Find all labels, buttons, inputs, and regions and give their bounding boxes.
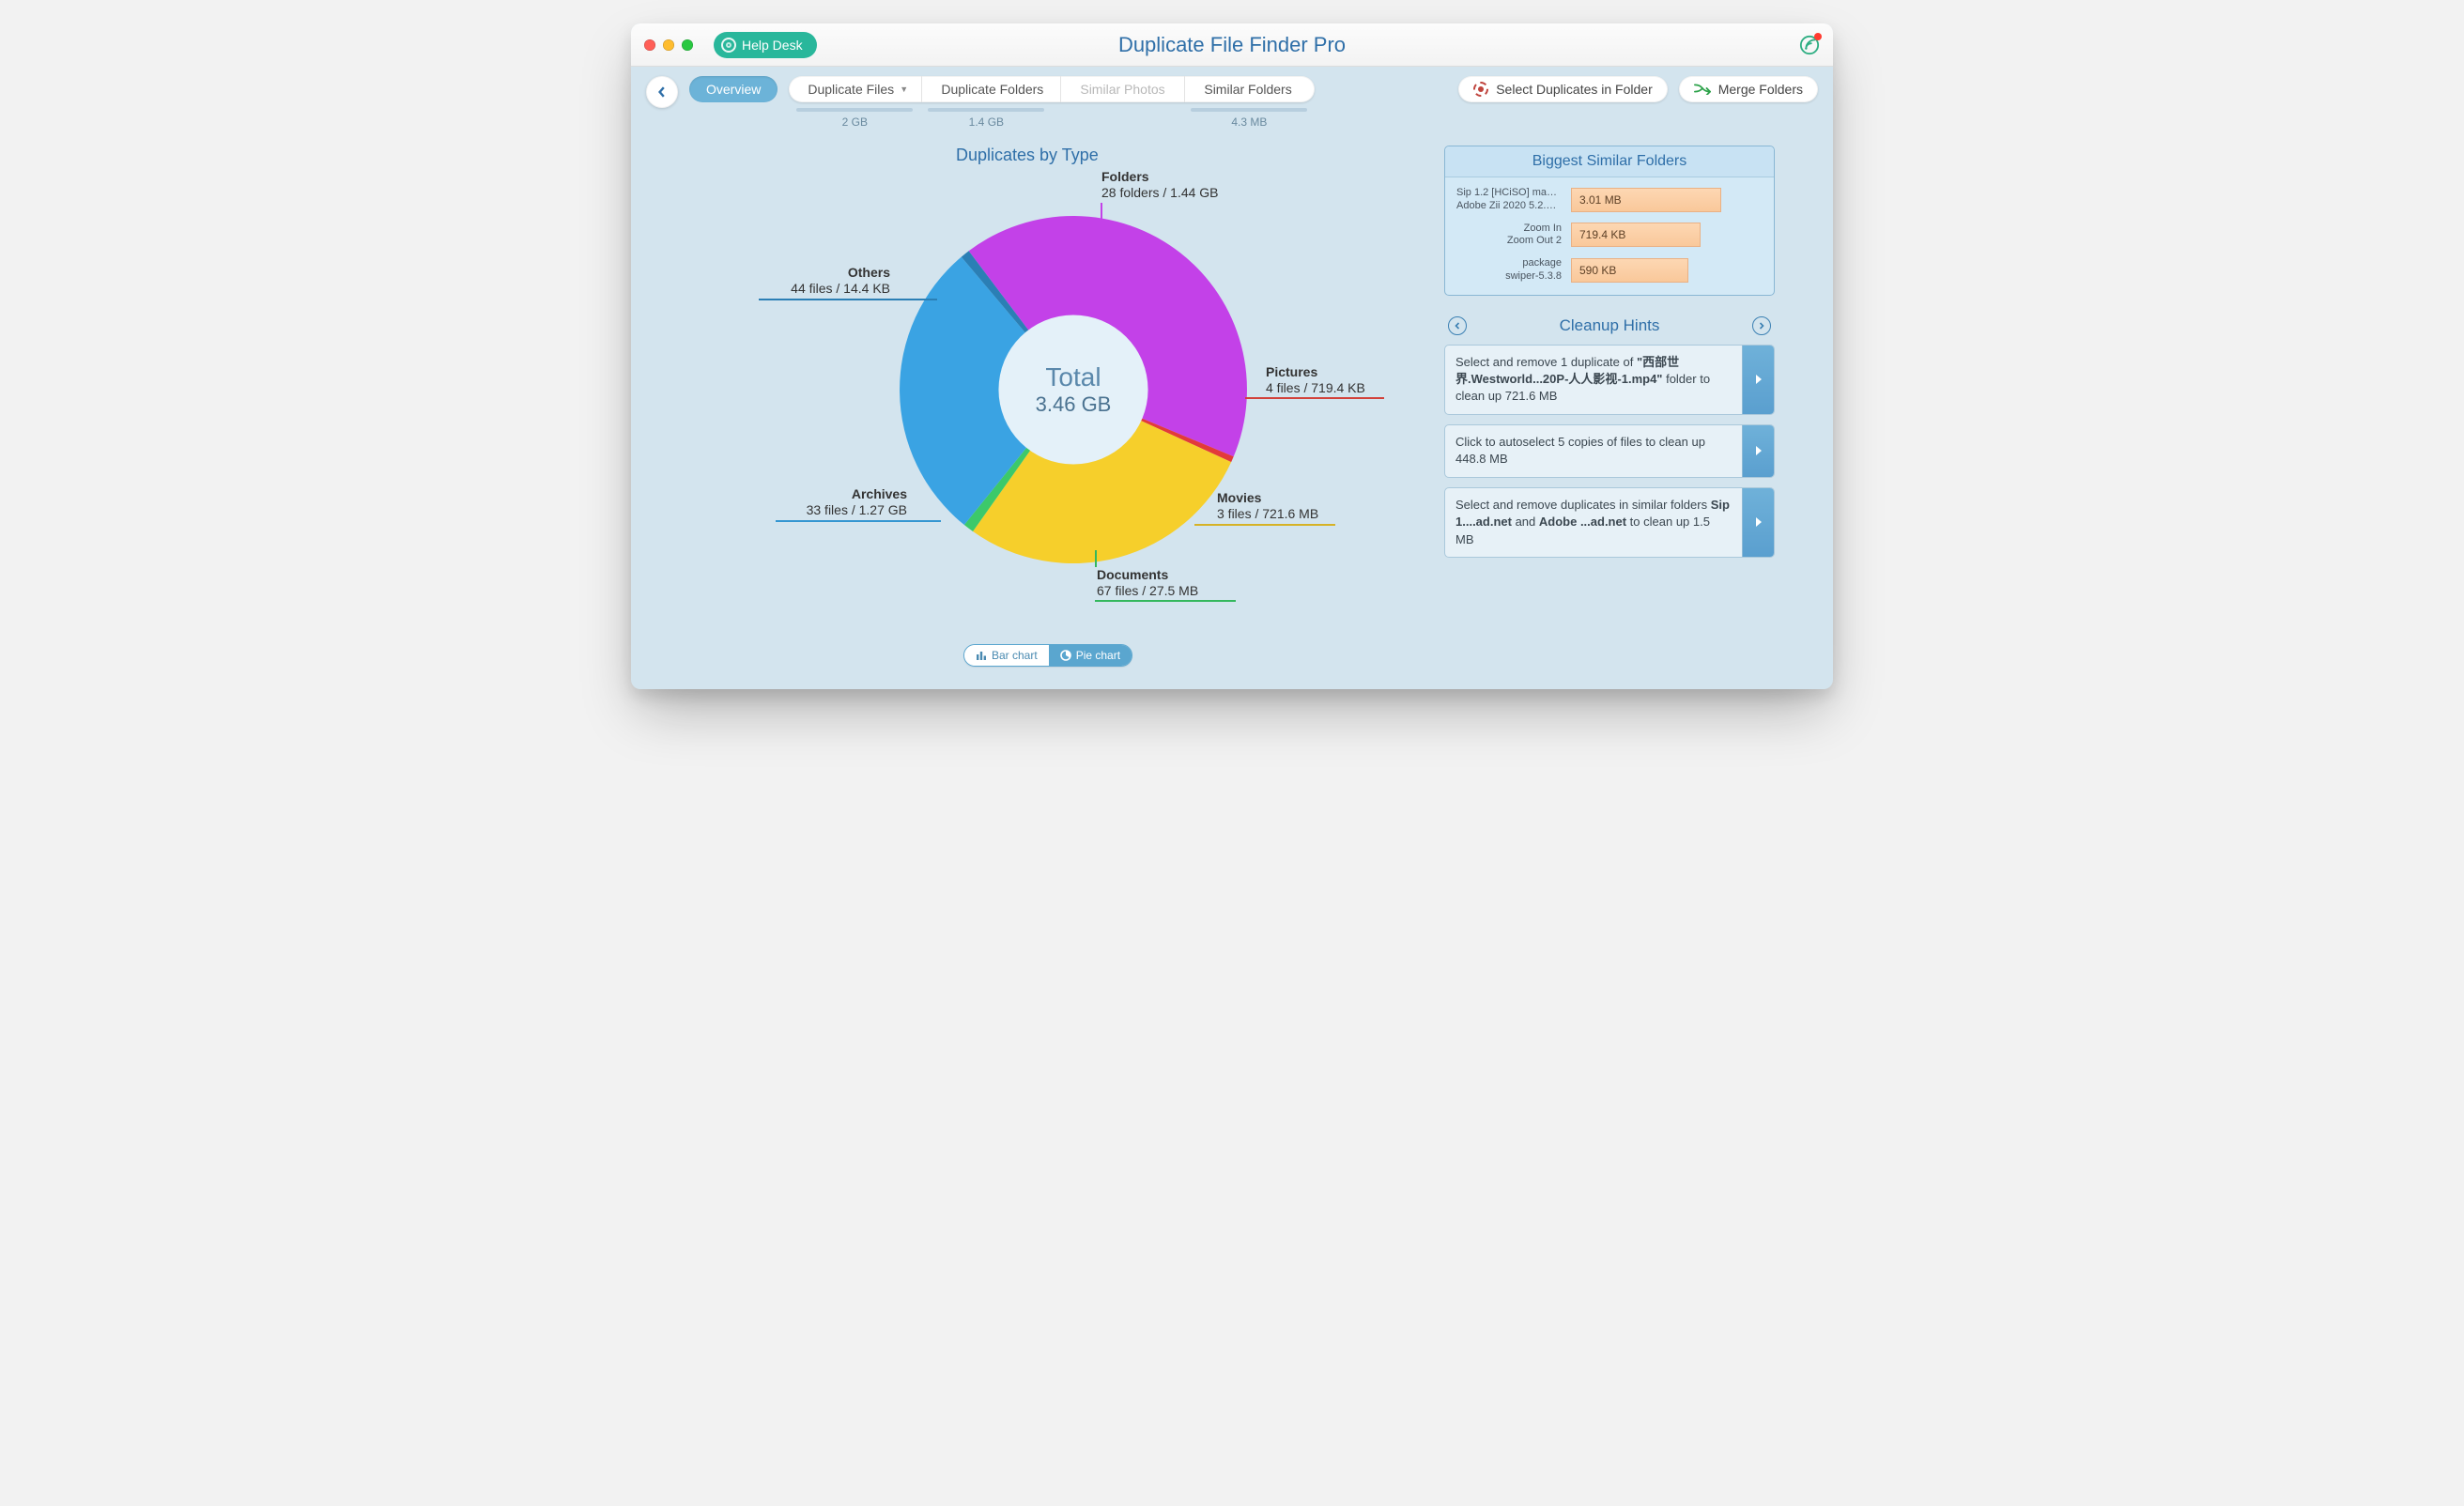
tab-similar-folders[interactable]: Similar Folders <box>1185 76 1315 102</box>
hint-card[interactable]: Select and remove 1 duplicate of "西部世界.W… <box>1444 345 1775 415</box>
category-segmented: Duplicate Files ▼ Duplicate Folders Simi… <box>789 76 1315 102</box>
legend-detail: 44 files / 14.4 KB <box>759 281 890 296</box>
folder-b: Zoom Out 2 <box>1456 235 1562 248</box>
legend-detail: 3 files / 721.6 MB <box>1217 506 1318 521</box>
toggle-label: Pie chart <box>1076 649 1120 662</box>
folder-a: Zoom In <box>1456 223 1562 236</box>
tab-sub: 4.3 MB <box>1231 115 1267 129</box>
folder-pair: Sip 1.2 [HCiSO] mac… Adobe Zii 2020 5.2.… <box>1456 187 1562 213</box>
toggle-pie-chart[interactable]: Pie chart <box>1049 645 1132 666</box>
overview-pill[interactable]: Overview <box>689 76 778 102</box>
center-label: Total <box>1045 362 1101 392</box>
hints-header: Cleanup Hints <box>1444 316 1775 345</box>
chart-center: Total 3.46 GB <box>900 216 1247 563</box>
chart-title: Duplicates by Type <box>956 146 1444 165</box>
tab-sub: 1.4 GB <box>969 115 1004 129</box>
toolbar: Overview Duplicate Files ▼ Duplicate Fol… <box>631 67 1833 129</box>
overview-label: Overview <box>706 82 761 97</box>
panel-body: Sip 1.2 [HCiSO] mac… Adobe Zii 2020 5.2.… <box>1445 177 1774 295</box>
target-icon <box>1473 82 1488 97</box>
merge-icon <box>1694 82 1711 98</box>
size-bar: 590 KB <box>1571 258 1688 283</box>
tab-label: Similar Photos <box>1080 82 1164 97</box>
folder-pair: Zoom In Zoom Out 2 <box>1456 223 1562 249</box>
back-button[interactable] <box>646 76 678 108</box>
similar-folders-panel: Biggest Similar Folders Sip 1.2 [HCiSO] … <box>1444 146 1775 296</box>
side-panel: Biggest Similar Folders Sip 1.2 [HCiSO] … <box>1444 146 1775 667</box>
merge-folders-button[interactable]: Merge Folders <box>1679 76 1818 102</box>
hint-text: Select and remove 1 duplicate of "西部世界.W… <box>1445 346 1742 414</box>
chart-area: Duplicates by Type <box>665 146 1444 667</box>
folder-b: swiper-5.3.8 <box>1456 270 1562 284</box>
feed-button[interactable] <box>1799 35 1820 55</box>
hint-card[interactable]: Select and remove duplicates in similar … <box>1444 487 1775 558</box>
legend-name: Pictures <box>1266 364 1365 379</box>
size-bar: 3.01 MB <box>1571 188 1721 212</box>
chart-type-toggle: Bar chart Pie chart <box>963 644 1132 667</box>
legend-documents: Documents 67 files / 27.5 MB <box>1097 567 1198 598</box>
button-label: Select Duplicates in Folder <box>1496 82 1653 97</box>
hint-go-button[interactable] <box>1742 346 1774 414</box>
hint-card[interactable]: Click to autoselect 5 copies of files to… <box>1444 424 1775 478</box>
legend-name: Archives <box>776 486 907 501</box>
size-bar: 719.4 KB <box>1571 223 1701 247</box>
legend-archives: Archives 33 files / 1.27 GB <box>776 486 907 517</box>
folder-pair: package swiper-5.3.8 <box>1456 257 1562 284</box>
toggle-label: Bar chart <box>992 649 1038 662</box>
tab-duplicate-folders[interactable]: Duplicate Folders <box>922 76 1061 102</box>
bar-chart-icon <box>976 650 987 661</box>
legend-movies: Movies 3 files / 721.6 MB <box>1217 490 1318 521</box>
select-duplicates-button[interactable]: Select Duplicates in Folder <box>1458 76 1668 102</box>
folder-row[interactable]: Sip 1.2 [HCiSO] mac… Adobe Zii 2020 5.2.… <box>1456 187 1763 213</box>
chevron-down-icon: ▼ <box>900 85 908 94</box>
window-title: Duplicate File Finder Pro <box>631 33 1833 57</box>
legend-name: Folders <box>1101 169 1219 184</box>
hint-text: Select and remove duplicates in similar … <box>1445 488 1742 557</box>
tab-label: Duplicate Folders <box>941 82 1043 97</box>
notification-dot-icon <box>1814 33 1822 40</box>
legend-detail: 67 files / 27.5 MB <box>1097 583 1198 598</box>
legend-others: Others 44 files / 14.4 KB <box>759 265 890 296</box>
hint-text: Click to autoselect 5 copies of files to… <box>1445 425 1742 477</box>
hints-next-button[interactable] <box>1752 316 1771 335</box>
legend-pictures: Pictures 4 files / 719.4 KB <box>1266 364 1365 395</box>
legend-name: Others <box>759 265 890 280</box>
folder-row[interactable]: Zoom In Zoom Out 2 719.4 KB <box>1456 223 1763 249</box>
button-label: Merge Folders <box>1718 82 1803 97</box>
content: Duplicates by Type <box>631 129 1833 689</box>
tab-sub: 2 GB <box>842 115 868 129</box>
tab-duplicate-files[interactable]: Duplicate Files ▼ <box>789 76 922 102</box>
center-value: 3.46 GB <box>1036 392 1112 417</box>
legend-name: Documents <box>1097 567 1198 582</box>
toggle-bar-chart[interactable]: Bar chart <box>964 645 1049 666</box>
tab-subline: 2 GB 1.4 GB 4.3 MB <box>789 108 1315 129</box>
hints-prev-button[interactable] <box>1448 316 1467 335</box>
folder-row[interactable]: package swiper-5.3.8 590 KB <box>1456 257 1763 284</box>
pie-chart-icon <box>1060 650 1071 661</box>
title-bar: Help Desk Duplicate File Finder Pro <box>631 23 1833 67</box>
hints-title: Cleanup Hints <box>1560 316 1660 335</box>
folder-b: Adobe Zii 2020 5.2.0… <box>1456 200 1562 213</box>
donut-chart: Total 3.46 GB Folders 28 folders / 1.44 … <box>665 169 1444 638</box>
legend-folders: Folders 28 folders / 1.44 GB <box>1101 169 1219 200</box>
legend-detail: 28 folders / 1.44 GB <box>1101 185 1219 200</box>
folder-a: Sip 1.2 [HCiSO] mac… <box>1456 187 1562 200</box>
legend-detail: 33 files / 1.27 GB <box>776 502 907 517</box>
legend-name: Movies <box>1217 490 1318 505</box>
app-window: Help Desk Duplicate File Finder Pro Over… <box>631 23 1833 689</box>
hint-go-button[interactable] <box>1742 425 1774 477</box>
tab-label: Duplicate Files <box>808 82 894 97</box>
folder-a: package <box>1456 257 1562 270</box>
tab-label: Similar Folders <box>1204 82 1291 97</box>
tab-similar-photos[interactable]: Similar Photos <box>1061 76 1185 102</box>
legend-detail: 4 files / 719.4 KB <box>1266 380 1365 395</box>
panel-title: Biggest Similar Folders <box>1445 146 1774 177</box>
hint-go-button[interactable] <box>1742 488 1774 557</box>
